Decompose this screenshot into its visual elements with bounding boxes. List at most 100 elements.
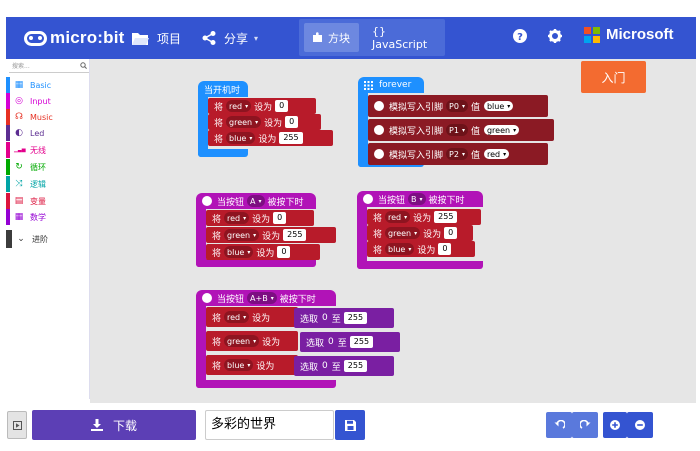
- pin-icon: [374, 149, 384, 159]
- value-field[interactable]: 0: [285, 116, 299, 128]
- variable-dropdown[interactable]: blue: [224, 359, 254, 371]
- toolbox-category-label: Music: [30, 112, 53, 122]
- analog-write-block[interactable]: 模拟写入引脚P0值blue: [368, 95, 548, 117]
- set-variable-block[interactable]: 将red设为0: [208, 98, 316, 114]
- blocks-workspace[interactable]: 入门 当开机时 将red设为0将green设为0将blue设为255 forev…: [90, 59, 696, 403]
- button-dropdown[interactable]: A: [247, 195, 265, 207]
- simulator-toggle-button[interactable]: [7, 411, 27, 439]
- set-variable-block[interactable]: 将red设为: [206, 307, 298, 327]
- signal-icon: ▁▃▅: [14, 147, 26, 153]
- variable-dropdown[interactable]: green: [385, 227, 421, 239]
- pick-random-block[interactable]: 选取 0 至 255: [294, 308, 394, 328]
- variable-dropdown[interactable]: red: [226, 100, 252, 112]
- forever-header: forever: [358, 77, 424, 93]
- toolbox-category[interactable]: ☊ Music: [6, 109, 90, 125]
- toolbox-category[interactable]: ⌄ 进阶: [6, 230, 90, 248]
- search-icon: [80, 62, 87, 69]
- pick-random-block[interactable]: 选取 0 至 255: [300, 332, 400, 352]
- value-field[interactable]: 0: [275, 100, 289, 112]
- pick-random-max-field[interactable]: 255: [343, 312, 368, 324]
- toolbox-category-label: Led: [30, 128, 45, 138]
- redo-button[interactable]: [572, 412, 598, 438]
- set-variable-block[interactable]: 将green设为0: [367, 225, 473, 241]
- value-field[interactable]: 255: [283, 229, 307, 241]
- tab-blocks[interactable]: 方块: [304, 23, 359, 52]
- variable-dropdown[interactable]: blue: [385, 243, 415, 255]
- set-variable-block[interactable]: 将green设为0: [208, 114, 321, 130]
- pick-random-max-field[interactable]: 255: [349, 336, 374, 348]
- variable-dropdown[interactable]: green: [226, 116, 262, 128]
- variable-reporter[interactable]: green: [482, 124, 521, 136]
- set-variable-block[interactable]: 将blue设为0: [367, 241, 475, 257]
- zoom-in-button[interactable]: [603, 412, 627, 438]
- microsoft-logo[interactable]: Microsoft: [584, 26, 674, 43]
- toolbox-category[interactable]: ▁▃▅ 无线: [6, 142, 90, 158]
- value-field[interactable]: 0: [444, 227, 458, 239]
- variable-dropdown[interactable]: blue: [226, 132, 256, 144]
- toolbox-search-input[interactable]: 搜索...: [9, 61, 89, 73]
- value-field[interactable]: 255: [434, 211, 458, 223]
- pick-random-max-field[interactable]: 255: [343, 360, 368, 372]
- pin-dropdown[interactable]: P2: [446, 148, 468, 160]
- variable-dropdown[interactable]: red: [224, 212, 250, 224]
- set-keyword: 将: [373, 229, 383, 240]
- set-to-keyword: 设为: [254, 102, 273, 113]
- zoom-out-button[interactable]: [627, 412, 653, 438]
- set-variable-block[interactable]: 将red设为255: [367, 209, 481, 225]
- variable-reporter[interactable]: red: [482, 148, 511, 160]
- folder-icon: [132, 32, 149, 45]
- set-variable-block[interactable]: 将green设为255: [206, 227, 336, 243]
- pick-random-block[interactable]: 选取 0 至 255: [294, 356, 394, 376]
- variable-dropdown[interactable]: red: [224, 311, 250, 323]
- download-button[interactable]: 下载: [32, 410, 196, 440]
- variable-reporter[interactable]: blue: [482, 100, 515, 112]
- on-start-title: 当开机时: [204, 85, 241, 96]
- chevron-down-icon: ⌄: [17, 234, 25, 244]
- value-field[interactable]: 255: [279, 132, 303, 144]
- set-variable-block[interactable]: 将blue设为255: [208, 130, 333, 146]
- toolbox-category[interactable]: ▦ 数学: [6, 209, 90, 225]
- analog-write-block[interactable]: 模拟写入引脚P1值green: [368, 119, 554, 141]
- toolbox-category-label: 变量: [30, 196, 46, 206]
- button-dropdown[interactable]: B: [408, 193, 426, 205]
- svg-text:?: ?: [517, 32, 523, 43]
- button-event-icon: [363, 194, 373, 204]
- toolbox-category[interactable]: ▤ 变量: [6, 193, 90, 209]
- gear-icon[interactable]: [548, 29, 562, 43]
- undo-button[interactable]: [546, 412, 572, 438]
- share-button[interactable]: 分享 ▾: [202, 25, 258, 51]
- variable-dropdown[interactable]: green: [224, 229, 260, 241]
- project-name-input[interactable]: 多彩的世界: [205, 410, 334, 440]
- value-field[interactable]: 0: [277, 246, 291, 258]
- puzzle-icon: [313, 32, 322, 42]
- share-label: 分享: [224, 31, 249, 46]
- toolbox-category[interactable]: ▦ Basic: [6, 77, 90, 93]
- tab-javascript[interactable]: {} JavaScript: [367, 23, 441, 52]
- set-variable-block[interactable]: 将blue设为0: [206, 244, 320, 260]
- button-dropdown[interactable]: A+B: [247, 292, 277, 304]
- set-variable-block[interactable]: 将green设为: [206, 331, 298, 351]
- microbit-logo[interactable]: micro:bit: [24, 26, 125, 50]
- variable-dropdown[interactable]: red: [385, 211, 411, 223]
- grid-icon: [364, 80, 373, 90]
- set-variable-block[interactable]: 将red设为0: [206, 210, 314, 226]
- save-button[interactable]: [335, 410, 365, 440]
- analog-write-block[interactable]: 模拟写入引脚P2值red: [368, 143, 548, 165]
- pin-dropdown[interactable]: P0: [446, 100, 468, 112]
- variable-dropdown[interactable]: green: [224, 335, 260, 347]
- share-caret-icon: ▾: [254, 33, 259, 43]
- toolbox-category[interactable]: ◐ Led: [6, 125, 90, 141]
- pin-dropdown[interactable]: P1: [446, 124, 468, 136]
- toggle-icon: ◐: [15, 128, 23, 138]
- start-tutorial-button[interactable]: 入门: [581, 61, 646, 93]
- help-icon[interactable]: ?: [513, 29, 527, 43]
- set-keyword: 将: [214, 102, 224, 113]
- toolbox-category[interactable]: ◎ Input: [6, 93, 90, 109]
- projects-button[interactable]: 项目: [132, 25, 181, 51]
- toolbox-category[interactable]: ⤨ 逻辑: [6, 176, 90, 192]
- value-field[interactable]: 0: [438, 243, 452, 255]
- variable-dropdown[interactable]: blue: [224, 246, 254, 258]
- set-variable-block[interactable]: 将blue设为: [206, 355, 298, 375]
- value-field[interactable]: 0: [273, 212, 287, 224]
- toolbox-category[interactable]: ↻ 循环: [6, 159, 90, 175]
